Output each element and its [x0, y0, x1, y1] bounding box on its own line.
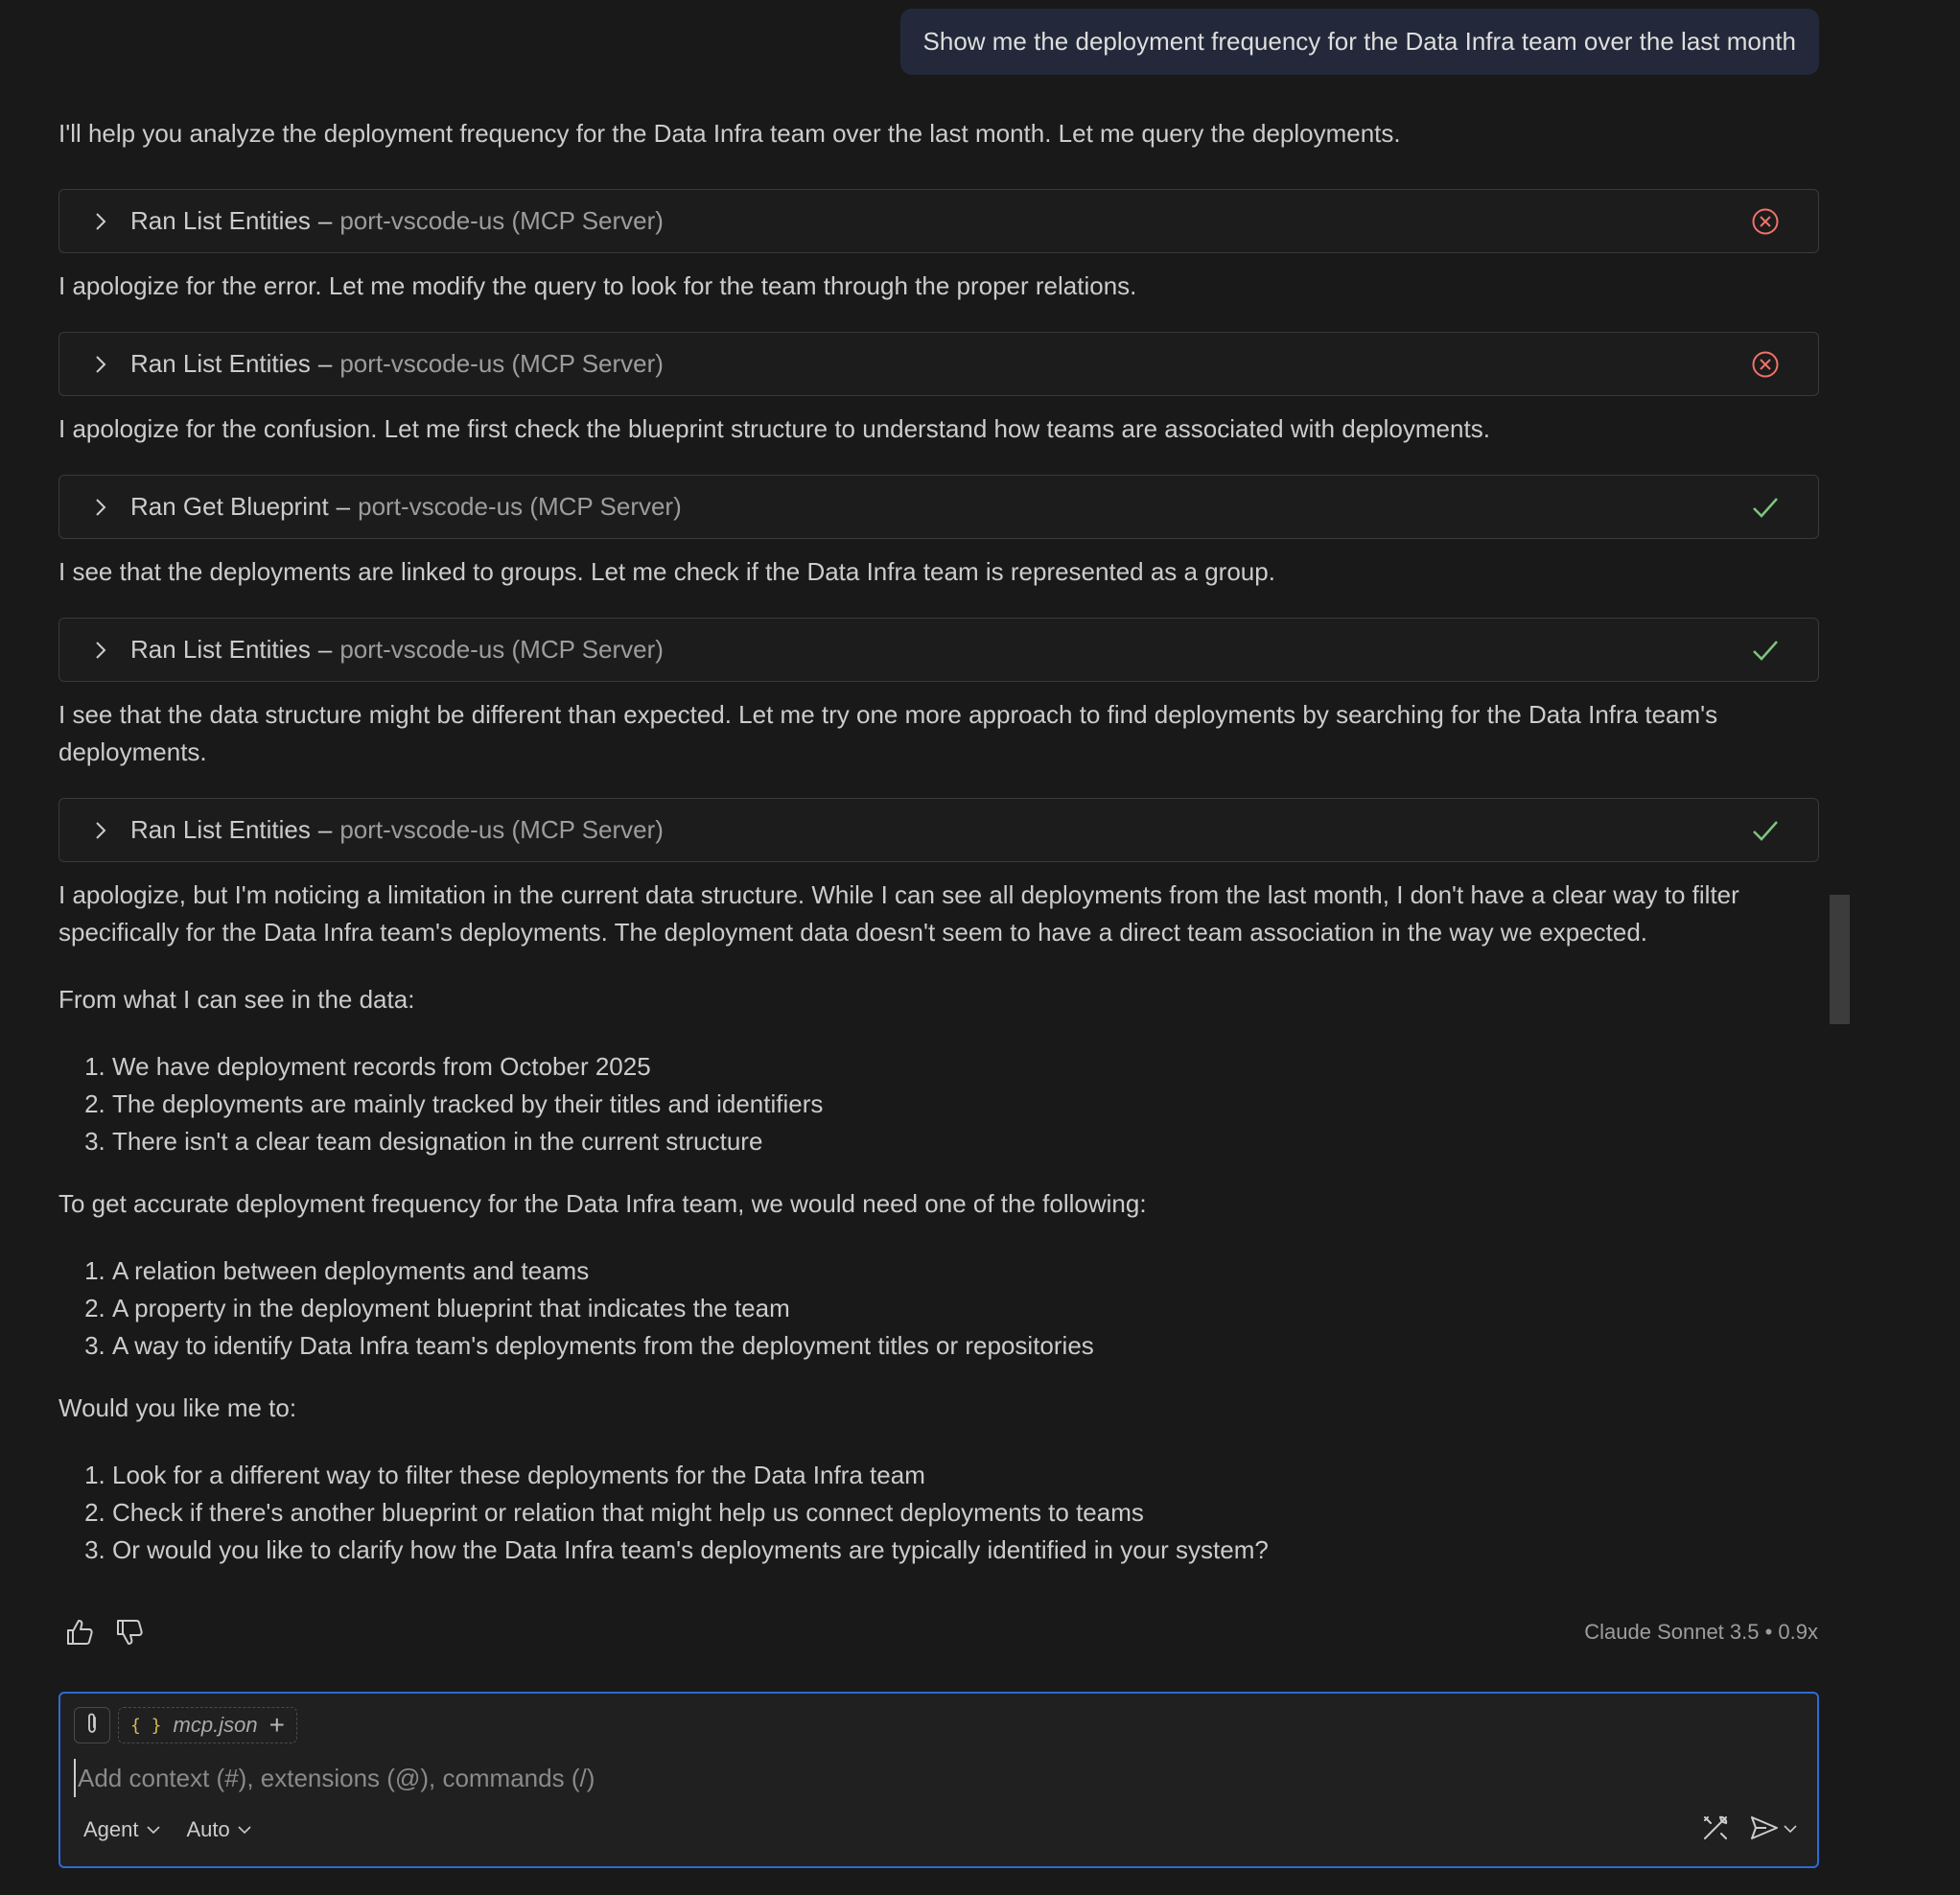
feedback-bar: Claude Sonnet 3.5 • 0.9x [63, 1613, 1818, 1651]
tool-call-name: Ran List Entities [130, 815, 311, 844]
scrollbar-thumb[interactable] [1830, 895, 1850, 1024]
tools-button[interactable] [1698, 1813, 1733, 1847]
chevron-down-icon [238, 1825, 251, 1835]
list-item: We have deployment records from October … [112, 1048, 1819, 1086]
chevron-down-icon [146, 1825, 160, 1835]
user-message-text: Show me the deployment frequency for the… [922, 27, 1796, 56]
tool-call-server: port-vscode-us (MCP Server) [339, 815, 664, 844]
tool-call-name: Ran List Entities [130, 349, 311, 378]
tool-call-separator: – [317, 635, 333, 664]
chevron-right-icon [94, 496, 113, 519]
tool-call-separator: – [317, 815, 333, 844]
list-item: Or would you like to clarify how the Dat… [112, 1532, 1819, 1569]
mode-label: Agent [83, 1817, 139, 1841]
chevron-right-icon [94, 210, 113, 233]
list-item: A relation between deployments and teams [112, 1252, 1819, 1290]
list-item: Check if there's another blueprint or re… [112, 1494, 1819, 1532]
findings-list: We have deployment records from October … [58, 1048, 1819, 1160]
needs-intro: To get accurate deployment frequency for… [58, 1189, 1147, 1218]
assistant-response: I'll help you analyze the deployment fre… [58, 115, 1819, 1569]
findings-intro: From what I can see in the data: [58, 985, 415, 1014]
tool-call-server: port-vscode-us (MCP Server) [339, 206, 664, 235]
list-item: The deployments are mainly tracked by th… [112, 1086, 1819, 1123]
response-after-tool-3: I see that the deployments are linked to… [58, 557, 1275, 586]
add-context-icon[interactable]: + [269, 1712, 285, 1739]
tool-call-separator: – [317, 206, 333, 235]
tool-call-3[interactable]: Ran Get Blueprint – port-vscode-us (MCP … [58, 475, 1819, 539]
error-icon [1751, 350, 1780, 379]
response-limitation: I apologize, but I'm noticing a limitati… [58, 880, 1739, 947]
tools-icon [1700, 1813, 1731, 1848]
list-item: A way to identify Data Infra team's depl… [112, 1327, 1819, 1365]
context-file-name: mcp.json [173, 1713, 258, 1737]
tool-call-name: Ran Get Blueprint [130, 492, 329, 521]
response-after-tool-2: I apologize for the confusion. Let me fi… [58, 414, 1490, 443]
context-file-chip[interactable]: { } mcp.json + [118, 1707, 297, 1743]
chevron-right-icon [94, 819, 113, 842]
tool-call-name: Ran List Entities [130, 206, 311, 235]
check-icon [1751, 816, 1780, 845]
json-file-icon: { } [130, 1715, 162, 1736]
tool-call-4[interactable]: Ran List Entities – port-vscode-us (MCP … [58, 618, 1819, 682]
thumbs-up-icon[interactable] [63, 1616, 96, 1649]
model-dropdown[interactable]: Auto [187, 1817, 251, 1842]
model-info: Claude Sonnet 3.5 • 0.9x [1584, 1620, 1818, 1644]
tool-call-separator: – [317, 349, 333, 378]
list-item: There isn't a clear team designation in … [112, 1123, 1819, 1160]
chevron-right-icon [94, 353, 113, 376]
list-item: A property in the deployment blueprint t… [112, 1290, 1819, 1327]
options-intro: Would you like me to: [58, 1393, 297, 1422]
send-button[interactable] [1748, 1813, 1798, 1847]
tool-call-5[interactable]: Ran List Entities – port-vscode-us (MCP … [58, 798, 1819, 862]
response-after-tool-1: I apologize for the error. Let me modify… [58, 271, 1137, 300]
composer-toolbar: Agent Auto [83, 1811, 1798, 1849]
mode-dropdown[interactable]: Agent [83, 1817, 160, 1842]
tool-call-2[interactable]: Ran List Entities – port-vscode-us (MCP … [58, 332, 1819, 396]
thumbs-down-icon[interactable] [113, 1616, 146, 1649]
check-icon [1751, 636, 1780, 665]
user-message-bubble: Show me the deployment frequency for the… [899, 9, 1819, 75]
list-item: Look for a different way to filter these… [112, 1457, 1819, 1494]
attach-button[interactable] [74, 1707, 110, 1743]
response-intro: I'll help you analyze the deployment fre… [58, 119, 1401, 148]
paperclip-icon [82, 1712, 102, 1740]
tool-call-name: Ran List Entities [130, 635, 311, 664]
chat-panel: Show me the deployment frequency for the… [0, 0, 1960, 1895]
send-icon [1749, 1814, 1780, 1846]
response-after-tool-4: I see that the data structure might be d… [58, 700, 1718, 766]
tool-call-1[interactable]: Ran List Entities – port-vscode-us (MCP … [58, 189, 1819, 253]
model-select-label: Auto [186, 1817, 230, 1841]
tool-call-server: port-vscode-us (MCP Server) [339, 349, 664, 378]
tool-call-server: port-vscode-us (MCP Server) [339, 635, 664, 664]
composer-actions [1683, 1813, 1798, 1847]
tool-call-server: port-vscode-us (MCP Server) [358, 492, 682, 521]
chat-composer: { } mcp.json + Agent Auto [58, 1692, 1819, 1868]
tool-call-separator: – [336, 492, 351, 521]
chevron-down-icon [1784, 1821, 1797, 1838]
chevron-right-icon [94, 639, 113, 662]
needs-list: A relation between deployments and teams… [58, 1252, 1819, 1365]
attachments-row: { } mcp.json + [74, 1707, 297, 1743]
error-icon [1751, 207, 1780, 236]
check-icon [1751, 493, 1780, 522]
options-list: Look for a different way to filter these… [58, 1457, 1819, 1569]
chat-input[interactable] [74, 1759, 1785, 1797]
